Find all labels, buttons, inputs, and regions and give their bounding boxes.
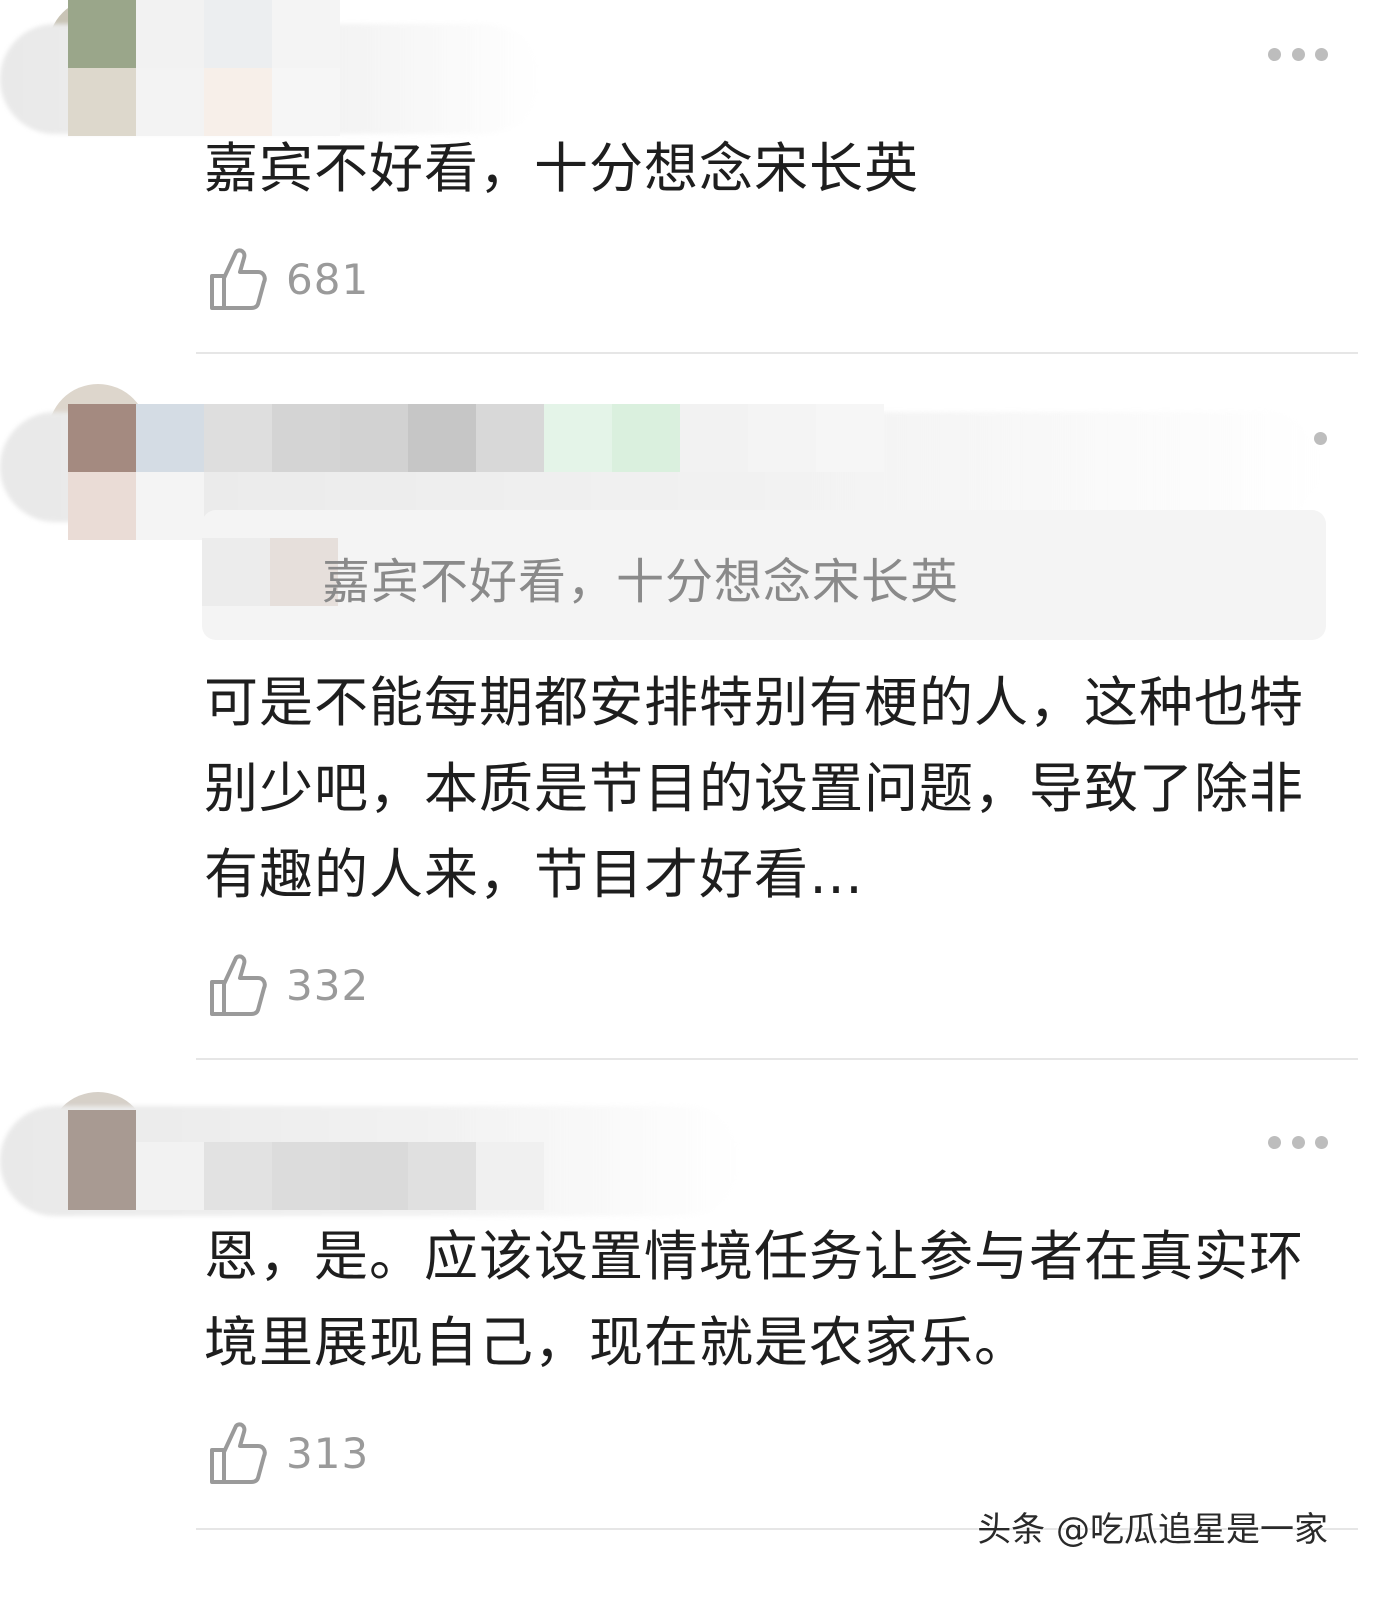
thumbs-up-icon (210, 954, 267, 1016)
username-mosaic (68, 1142, 544, 1210)
username-mosaic (68, 472, 204, 540)
watermark: 头条 @吃瓜追星是一家 (977, 1510, 1328, 1550)
more-dots-icon (1268, 47, 1281, 61)
comment-text: 恩，是。应该设置情境任务让参与者在真实环境里展现自己，现在就是农家乐。 (204, 1225, 1304, 1374)
divider (196, 1058, 1358, 1060)
comment-text: 可是不能每期都安排特别有梗的人，这种也特别少吧，本质是节目的设置问题，导致了除非… (204, 671, 1304, 906)
like-button[interactable]: 681 (206, 244, 369, 314)
thumbs-up-icon (210, 248, 267, 310)
quoted-text: 嘉宾不好看，十分想念宋长英 (322, 554, 960, 610)
quote-author-mosaic (202, 538, 338, 606)
username-mosaic (68, 0, 340, 68)
more-options-button[interactable] (1268, 44, 1328, 64)
like-count: 313 (286, 1428, 370, 1478)
divider (196, 352, 1358, 354)
more-options-button[interactable] (1314, 428, 1328, 448)
username-mosaic (68, 1110, 136, 1142)
like-button[interactable]: 332 (206, 950, 369, 1020)
username-mosaic (68, 404, 884, 472)
like-count: 332 (286, 960, 370, 1010)
quoted-comment: 嘉宾不好看，十分想念宋长英 (202, 510, 1326, 640)
more-dots-icon (1268, 1135, 1281, 1149)
more-options-button[interactable] (1268, 1132, 1328, 1152)
like-button[interactable]: 313 (206, 1418, 369, 1488)
comment-text: 嘉宾不好看，十分想念宋长英 (204, 137, 919, 200)
like-count: 681 (286, 254, 370, 304)
thumbs-up-icon (210, 1422, 267, 1484)
more-dots-icon (1314, 431, 1327, 445)
